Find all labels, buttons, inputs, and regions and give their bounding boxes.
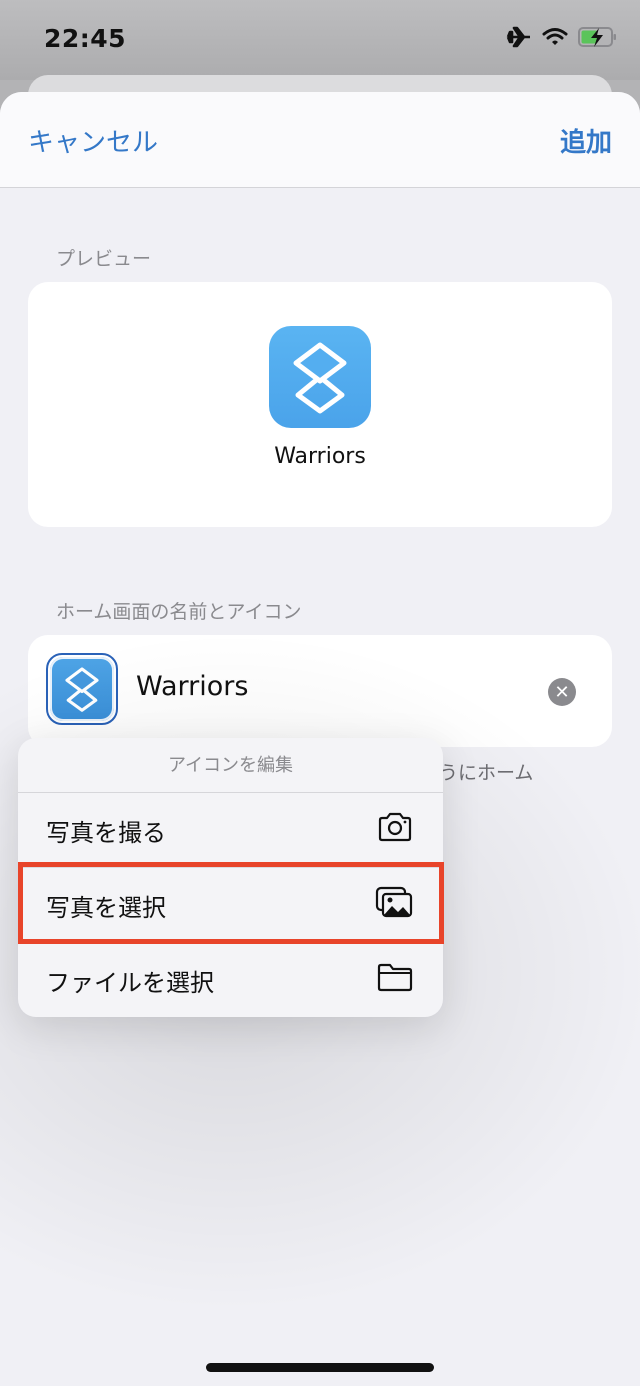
cancel-button[interactable]: キャンセル (28, 122, 158, 159)
camera-icon (377, 812, 413, 848)
menu-item-label: 写真を選択 (46, 893, 166, 922)
airplane-icon (506, 26, 532, 52)
menu-item-take-photo[interactable]: 写真を撮る (18, 793, 443, 868)
preview-section-label: プレビュー (56, 248, 152, 270)
status-bar: 22:45 (0, 0, 640, 80)
status-icons (506, 26, 618, 52)
preview-card: Warriors (28, 282, 612, 527)
menu-title: アイコンを編集 (18, 738, 443, 793)
menu-item-choose-photo[interactable]: 写真を選択 (18, 868, 443, 943)
navigation-bar: キャンセル 追加 (0, 92, 640, 188)
menu-item-label: 写真を撮る (46, 818, 166, 847)
photos-icon (375, 886, 413, 924)
wifi-icon (542, 27, 568, 51)
status-time: 22:45 (44, 24, 127, 53)
name-and-icon-card: Warriors ✕ (28, 635, 612, 747)
shortcuts-layers-icon (50, 657, 114, 721)
home-indicator[interactable] (206, 1363, 434, 1372)
add-button[interactable]: 追加 (560, 122, 612, 159)
preview-app-name: Warriors (274, 444, 366, 469)
close-icon: ✕ (554, 681, 570, 703)
home-screen-section-label: ホーム画面の名前とアイコン (56, 601, 302, 623)
clear-text-button[interactable]: ✕ (548, 678, 576, 706)
edit-icon-button[interactable] (46, 653, 118, 725)
add-to-home-sheet: キャンセル 追加 プレビュー Warriors ホーム画面の名前とアイコン Wa… (0, 92, 640, 1386)
menu-item-choose-file[interactable]: ファイルを選択 (18, 943, 443, 1017)
menu-item-label: ファイルを選択 (46, 968, 214, 997)
folder-icon (377, 962, 413, 998)
edit-icon-menu: アイコンを編集 写真を撮る 写真を選択 ファイルを選択 (18, 738, 443, 1017)
shortcuts-layers-icon (269, 326, 371, 428)
shortcut-name-input[interactable]: Warriors (136, 671, 248, 702)
battery-charging-icon (578, 26, 618, 52)
